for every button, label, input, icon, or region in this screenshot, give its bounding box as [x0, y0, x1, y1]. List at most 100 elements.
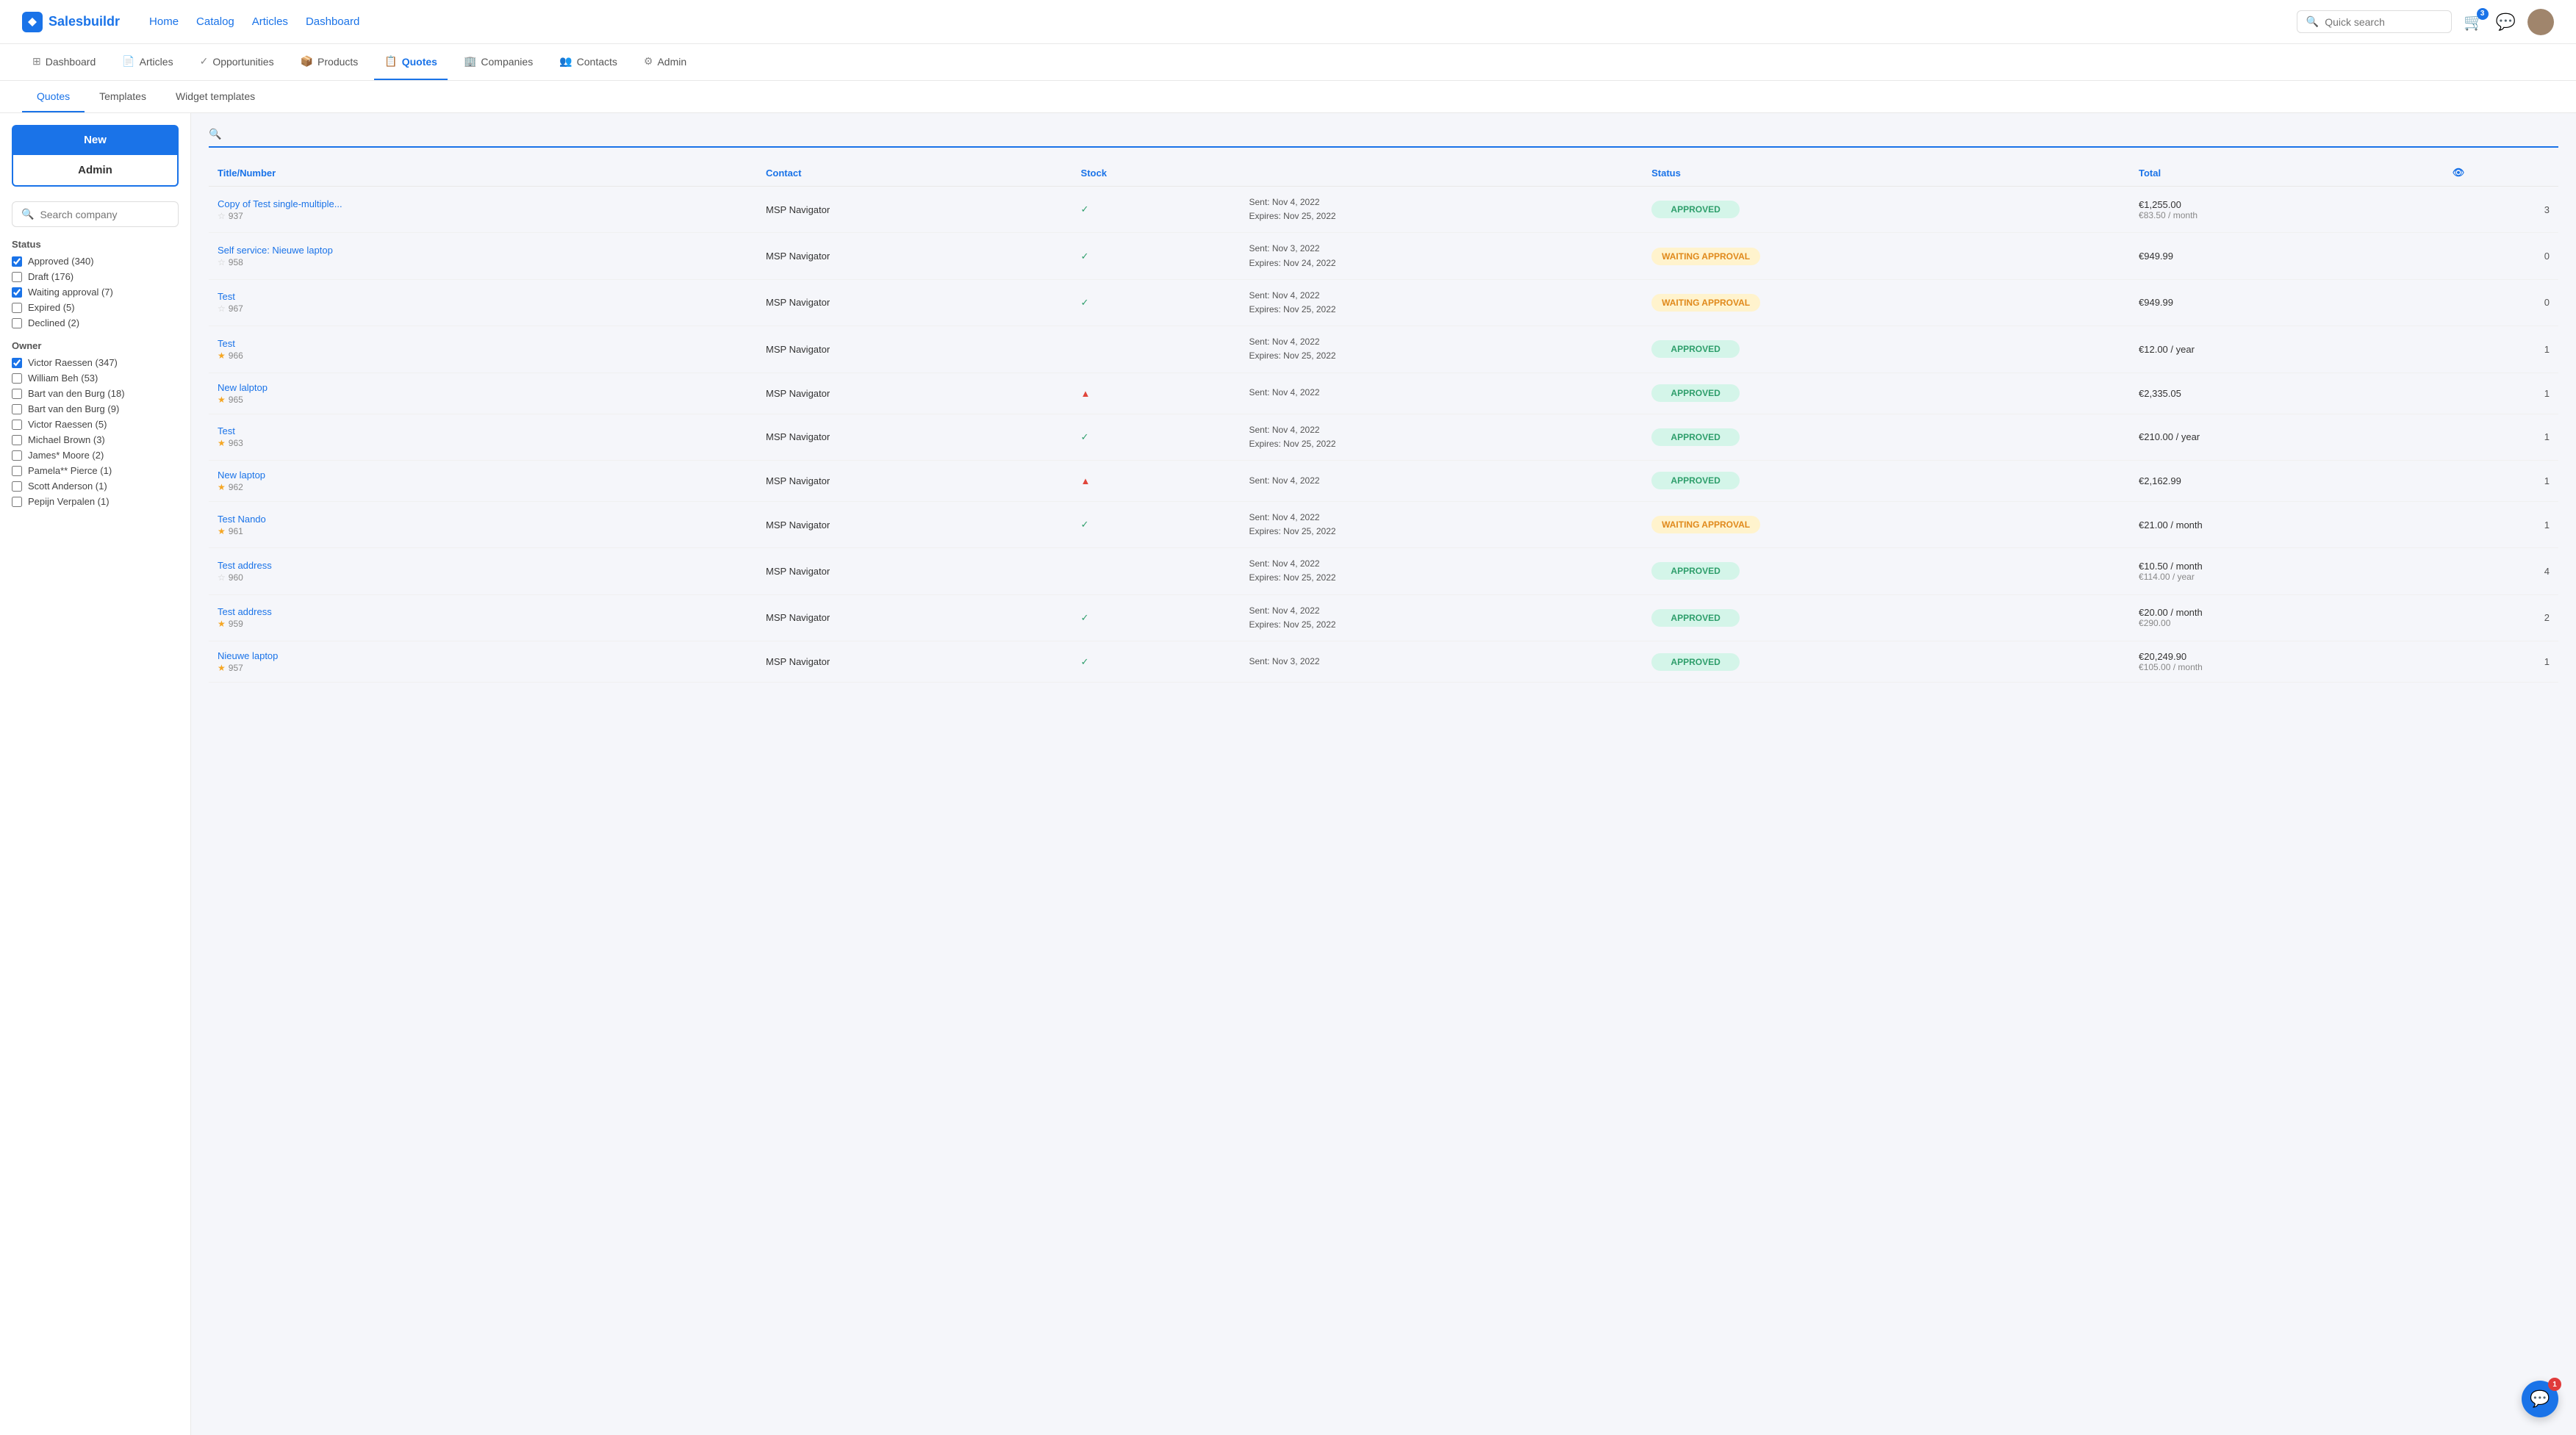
owner-scott[interactable]: Scott Anderson (1) [12, 481, 179, 492]
star-icon: ☆ [218, 211, 226, 221]
contact-name: MSP Navigator [766, 656, 830, 667]
sent-date: Sent: Nov 3, 2022 [1249, 655, 1635, 669]
search-company-bar[interactable]: 🔍 [12, 201, 179, 227]
status-expired[interactable]: Expired (5) [12, 302, 179, 313]
stock-check-icon: ✓ [1081, 656, 1089, 667]
quote-title-link[interactable]: Test address [218, 606, 748, 617]
admin-button[interactable]: Admin [12, 155, 179, 187]
table-row[interactable]: Test ★ 966 MSP Navigator Sent: Nov 4, 20… [209, 326, 2558, 373]
owner-william[interactable]: William Beh (53) [12, 373, 179, 384]
table-row[interactable]: Copy of Test single-multiple... ☆ 937 MS… [209, 187, 2558, 233]
quote-title-link[interactable]: New laptop [218, 470, 748, 481]
nav-item-dashboard[interactable]: ⊞ Dashboard [22, 44, 106, 80]
status-badge: APPROVED [1651, 472, 1740, 489]
quote-title-link[interactable]: Test [218, 425, 748, 436]
chat-bubble[interactable]: 💬 1 [2522, 1381, 2558, 1417]
quote-title-link[interactable]: Test [218, 291, 748, 302]
quote-title-link[interactable]: Self service: Nieuwe laptop [218, 245, 748, 256]
td-contact: MSP Navigator [757, 501, 1072, 547]
status-declined[interactable]: Declined (2) [12, 317, 179, 328]
total-price: €2,335.05 [2139, 388, 2435, 399]
search-company-input[interactable] [40, 209, 169, 220]
quotes-table: Title/Number Contact Stock Status Total … [209, 159, 2558, 683]
status-draft[interactable]: Draft (176) [12, 271, 179, 282]
status-filter-section: Status Approved (340) Draft (176) Waitin… [12, 239, 179, 328]
new-button[interactable]: New [12, 125, 179, 155]
logo[interactable]: Salesbuildr [22, 12, 120, 32]
nav-articles[interactable]: Articles [252, 15, 288, 28]
user-avatar[interactable] [2527, 9, 2554, 35]
brand-name: Salesbuildr [49, 14, 120, 29]
owner-michael[interactable]: Michael Brown (3) [12, 434, 179, 445]
help-button[interactable]: 💬 [2496, 12, 2516, 32]
global-search-bar[interactable]: 🔍 [2297, 10, 2452, 33]
stock-check-icon: ✓ [1081, 204, 1089, 215]
contact-name: MSP Navigator [766, 431, 830, 442]
tab-widget-templates[interactable]: Widget templates [161, 81, 270, 112]
td-total: €20,249.90€105.00 / month [2130, 641, 2444, 683]
nav-catalog[interactable]: Catalog [196, 15, 234, 28]
global-search-input[interactable] [2325, 16, 2442, 28]
td-status: APPROVED [1643, 326, 2130, 373]
nav-item-articles[interactable]: 📄 Articles [112, 44, 183, 80]
table-row[interactable]: Test Nando ★ 961 MSP Navigator ✓ Sent: N… [209, 501, 2558, 547]
td-count: 2 [2444, 594, 2558, 641]
nav-item-quotes[interactable]: 📋 Quotes [374, 44, 448, 80]
status-approved[interactable]: Approved (340) [12, 256, 179, 267]
table-row[interactable]: Test address ☆ 960 MSP Navigator Sent: N… [209, 548, 2558, 594]
td-status: WAITING APPROVAL [1643, 501, 2130, 547]
quote-title-link[interactable]: Nieuwe laptop [218, 650, 748, 661]
owner-victor-347[interactable]: Victor Raessen (347) [12, 357, 179, 368]
nav-item-contacts[interactable]: 👥 Contacts [549, 44, 628, 80]
owner-bart-18[interactable]: Bart van den Burg (18) [12, 388, 179, 399]
td-title: Test address ☆ 960 [209, 548, 757, 594]
cart-button[interactable]: 🛒 3 [2464, 12, 2483, 32]
quote-title-link[interactable]: New lalptop [218, 382, 748, 393]
quote-title-link[interactable]: Test [218, 338, 748, 349]
td-dates: Sent: Nov 3, 2022 [1241, 641, 1643, 683]
quote-title-link[interactable]: Test address [218, 560, 748, 571]
owner-james[interactable]: James* Moore (2) [12, 450, 179, 461]
quote-number: ★ 963 [218, 438, 748, 448]
content-search-input[interactable] [227, 128, 2558, 140]
quote-title-link[interactable]: Copy of Test single-multiple... [218, 198, 748, 209]
td-status: APPROVED [1643, 187, 2130, 233]
nav-home[interactable]: Home [149, 15, 179, 28]
nav-item-admin[interactable]: ⚙ Admin [634, 44, 697, 80]
td-title: Test Nando ★ 961 [209, 501, 757, 547]
contact-name: MSP Navigator [766, 344, 830, 355]
quote-number: ★ 957 [218, 663, 748, 673]
table-row[interactable]: Test ☆ 967 MSP Navigator ✓ Sent: Nov 4, … [209, 279, 2558, 326]
owner-pepijn[interactable]: Pepijn Verpalen (1) [12, 496, 179, 507]
td-stock: ▲ [1072, 460, 1241, 501]
owner-victor-5[interactable]: Victor Raessen (5) [12, 419, 179, 430]
star-icon: ☆ [218, 257, 226, 267]
tab-quotes[interactable]: Quotes [22, 81, 85, 112]
owner-pamela[interactable]: Pamela** Pierce (1) [12, 465, 179, 476]
sent-date: Sent: Nov 4, 2022 [1249, 474, 1635, 488]
col-icon[interactable]: 👁 [2444, 159, 2558, 187]
table-row[interactable]: Test address ★ 959 MSP Navigator ✓ Sent:… [209, 594, 2558, 641]
sent-date: Sent: Nov 4, 2022 [1249, 423, 1635, 437]
td-title: New lalptop ★ 965 [209, 373, 757, 414]
tab-templates[interactable]: Templates [85, 81, 161, 112]
td-status: APPROVED [1643, 460, 2130, 501]
table-row[interactable]: Self service: Nieuwe laptop ☆ 958 MSP Na… [209, 233, 2558, 279]
table-row[interactable]: Test ★ 963 MSP Navigator ✓ Sent: Nov 4, … [209, 414, 2558, 460]
status-badge: APPROVED [1651, 201, 1740, 218]
nav-item-opportunities[interactable]: ✓ Opportunities [190, 44, 284, 80]
table-header: Title/Number Contact Stock Status Total … [209, 159, 2558, 187]
owner-bart-9[interactable]: Bart van den Burg (9) [12, 403, 179, 414]
status-badge: APPROVED [1651, 428, 1740, 446]
nav-item-products[interactable]: 📦 Products [290, 44, 369, 80]
content-search-bar[interactable]: 🔍 [209, 128, 2558, 148]
td-contact: MSP Navigator [757, 460, 1072, 501]
nav-dashboard[interactable]: Dashboard [306, 15, 359, 28]
status-waiting[interactable]: Waiting approval (7) [12, 287, 179, 298]
nav-item-companies[interactable]: 🏢 Companies [453, 44, 543, 80]
table-row[interactable]: Nieuwe laptop ★ 957 MSP Navigator ✓ Sent… [209, 641, 2558, 683]
quote-title-link[interactable]: Test Nando [218, 514, 748, 525]
quote-number: ☆ 937 [218, 211, 748, 221]
table-row[interactable]: New laptop ★ 962 MSP Navigator ▲ Sent: N… [209, 460, 2558, 501]
table-row[interactable]: New lalptop ★ 965 MSP Navigator ▲ Sent: … [209, 373, 2558, 414]
